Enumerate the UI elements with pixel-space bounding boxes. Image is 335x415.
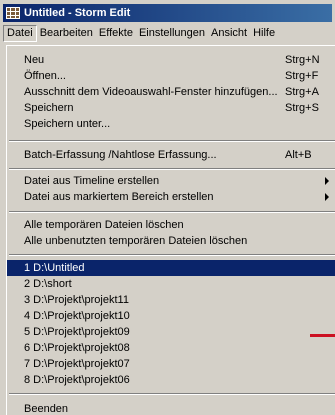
menu-datei[interactable]: Datei [3,25,37,42]
menu-item-label: 5 D:\Projekt\projekt09 [24,326,130,338]
menu-item-label: Öffnen... [24,70,66,82]
menu-ansicht[interactable]: Ansicht [208,25,250,42]
recent-file-2[interactable]: 2 D:\short [7,276,335,292]
menu-item-datei-aus-bereich[interactable]: Datei aus markiertem Bereich erstellen [7,189,335,205]
recent-file-5[interactable]: 5 D:\Projekt\projekt09 [7,324,335,340]
menu-item-shortcut: Alt+B [285,149,312,161]
menu-separator [9,168,335,170]
recent-file-6[interactable]: 6 D:\Projekt\projekt08 [7,340,335,356]
title-bar[interactable]: Untitled - Storm Edit [3,4,332,22]
menu-bearbeiten[interactable]: Bearbeiten [37,25,96,42]
datei-dropdown-menu: Neu Strg+N Öffnen... Strg+F Ausschnitt d… [6,45,335,415]
menu-item-label: Speichern [24,102,74,114]
menu-effekte[interactable]: Effekte [96,25,136,42]
menu-item-shortcut: Strg+A [285,86,319,98]
menu-item-label: Alle unbenutzten temporären Dateien lösc… [24,235,248,247]
menu-item-label: 8 D:\Projekt\projekt06 [24,374,130,386]
recent-file-8[interactable]: 8 D:\Projekt\projekt06 [7,372,335,388]
menu-item-label: 4 D:\Projekt\projekt10 [24,310,130,322]
menu-einstellungen[interactable]: Einstellungen [136,25,208,42]
menu-separator [9,393,335,395]
menu-item-label: Beenden [24,403,69,415]
menu-item-shortcut: Strg+F [285,70,319,82]
menu-item-unbenutzte-temp-loeschen[interactable]: Alle unbenutzten temporären Dateien lösc… [7,233,335,249]
menu-item-label: 1 D:\Untitled [24,262,85,274]
recent-file-4[interactable]: 4 D:\Projekt\projekt10 [7,308,335,324]
menu-item-label: Datei aus markiertem Bereich erstellen [24,191,214,203]
submenu-arrow-icon [325,177,329,185]
menu-item-label: Datei aus Timeline erstellen [24,175,160,187]
menu-item-label: 6 D:\Projekt\projekt08 [24,342,130,354]
menu-item-label: Ausschnitt dem Videoauswahl-Fenster hinz… [24,86,278,98]
menu-item-batch-erfassung[interactable]: Batch-Erfassung /Nahtlose Erfassung... A… [7,147,335,163]
menu-item-ausschnitt-hinzufuegen[interactable]: Ausschnitt dem Videoauswahl-Fenster hinz… [7,84,335,100]
menu-separator [9,140,335,142]
recent-file-3[interactable]: 3 D:\Projekt\projekt11 [7,292,335,308]
menu-item-speichern-unter[interactable]: Speichern unter... [7,116,335,132]
menu-bar: Datei Bearbeiten Effekte Einstellungen A… [3,24,335,43]
menu-item-label: Neu [24,54,45,66]
menu-item-temp-loeschen[interactable]: Alle temporären Dateien löschen [7,217,335,233]
annotation-mark [310,334,335,337]
menu-item-neu[interactable]: Neu Strg+N [7,52,335,68]
menu-separator [9,254,335,256]
menu-item-datei-aus-timeline[interactable]: Datei aus Timeline erstellen [7,173,335,189]
window-title: Untitled - Storm Edit [24,7,131,19]
submenu-arrow-icon [325,193,329,201]
menu-separator [9,211,335,213]
menu-item-label: 3 D:\Projekt\projekt11 [24,294,129,306]
menu-item-beenden[interactable]: Beenden [7,401,335,415]
menu-item-label: Batch-Erfassung /Nahtlose Erfassung... [24,149,217,161]
menu-item-label: 7 D:\Projekt\projekt07 [24,358,130,370]
menu-hilfe[interactable]: Hilfe [250,25,278,42]
recent-file-7[interactable]: 7 D:\Projekt\projekt07 [7,356,335,372]
app-window: Untitled - Storm Edit Datei Bearbeiten E… [0,0,335,415]
menu-item-shortcut: Strg+N [285,54,320,66]
menu-item-label: Speichern unter... [24,118,111,130]
menu-item-oeffnen[interactable]: Öffnen... Strg+F [7,68,335,84]
menu-item-label: 2 D:\short [24,278,72,290]
menu-item-shortcut: Strg+S [285,102,319,114]
recent-file-1[interactable]: 1 D:\Untitled [7,260,335,276]
menu-item-speichern[interactable]: Speichern Strg+S [7,100,335,116]
film-grid-icon[interactable] [5,6,21,20]
menu-item-label: Alle temporären Dateien löschen [24,219,184,231]
